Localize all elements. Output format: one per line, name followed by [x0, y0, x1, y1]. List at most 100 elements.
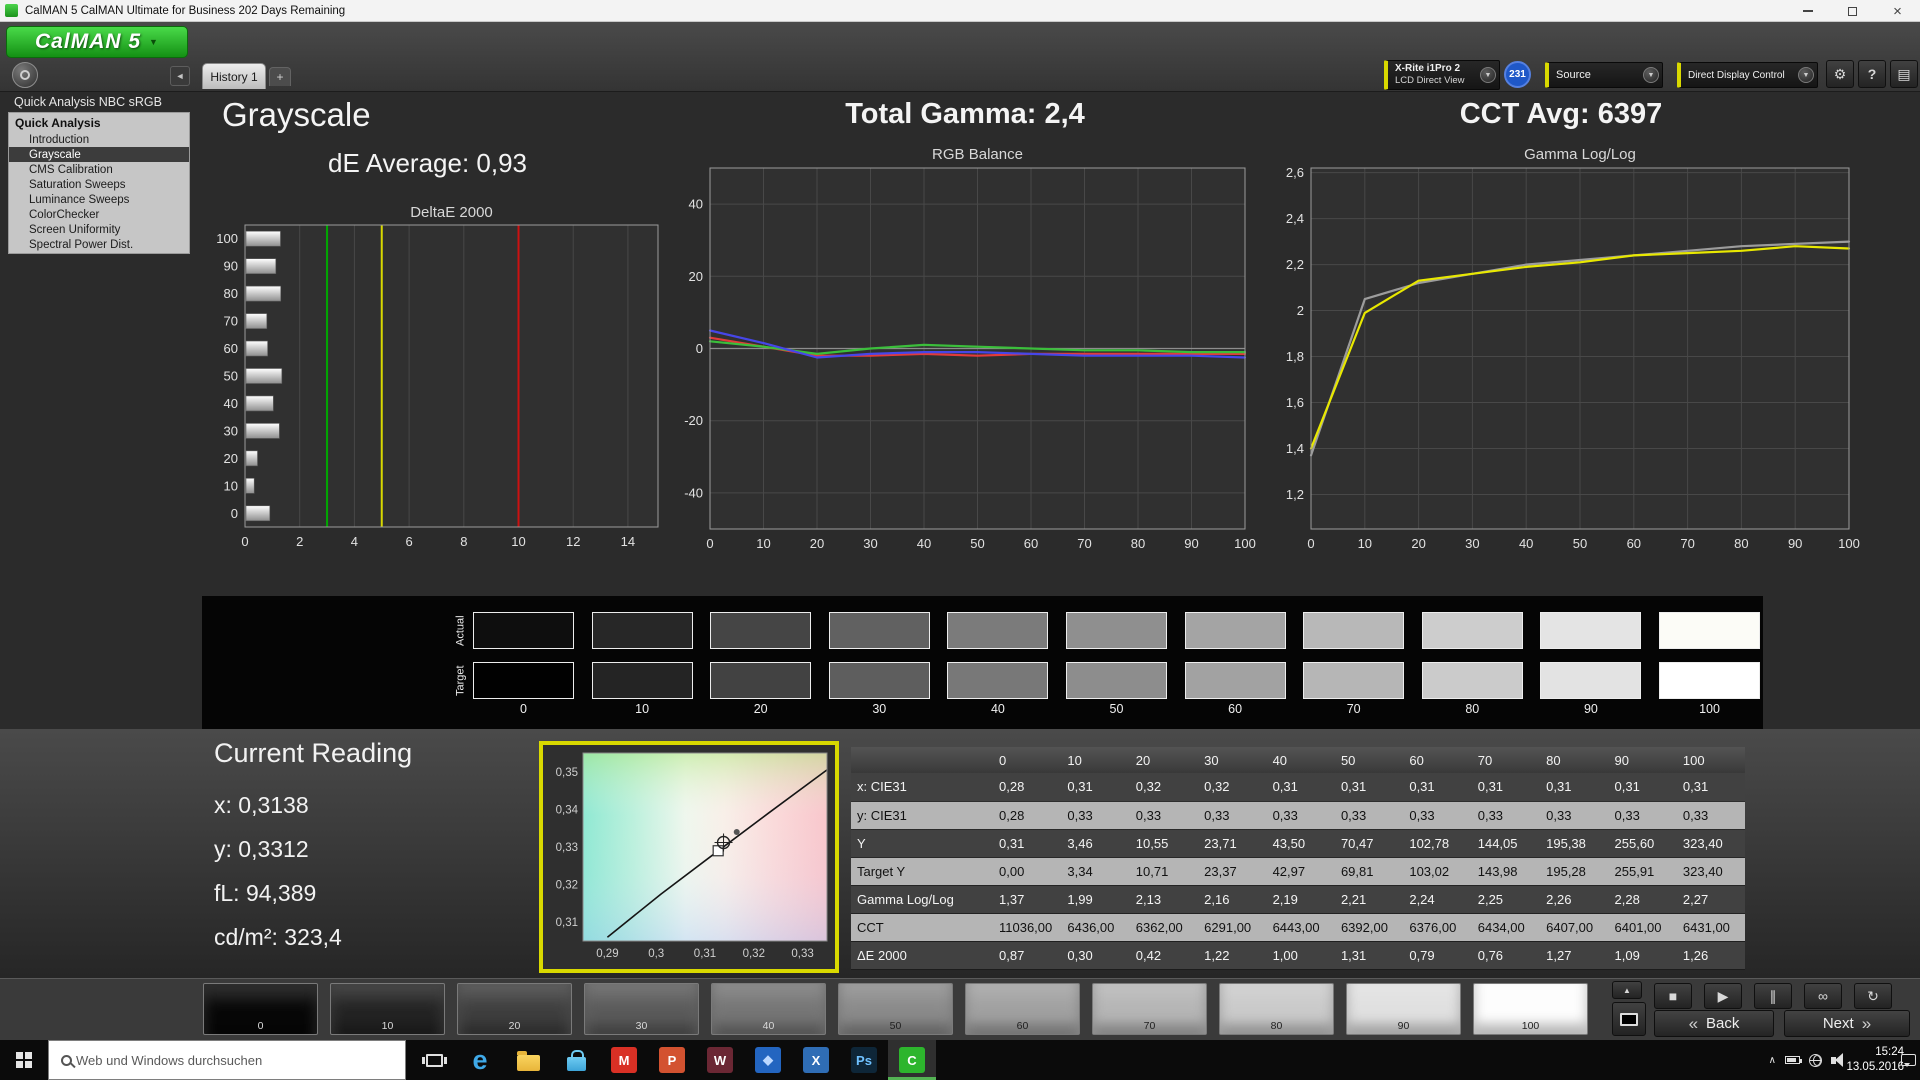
cie-chart-panel[interactable]: 0,35 0,34 0,33 0,32 0,31 0,29 0,3 0,31 0,32 0,33 — [539, 741, 839, 973]
transport-stop-button[interactable]: ■ — [1654, 983, 1692, 1009]
search-input[interactable] — [76, 1052, 376, 1068]
taskbar-excel-icon[interactable]: X — [792, 1040, 840, 1080]
swatch-target-30 — [828, 662, 930, 699]
sidebar-item-grayscale[interactable]: Grayscale — [9, 147, 189, 162]
table-cell: 0,32 — [1129, 773, 1199, 802]
chevron-down-icon: ▼ — [1643, 67, 1659, 83]
taskbar-word-icon[interactable]: W — [696, 1040, 744, 1080]
tab-history-1[interactable]: History 1 — [202, 63, 266, 89]
source-dropdown[interactable]: Source ▼ — [1545, 62, 1663, 88]
calman-logo-menu[interactable]: CalMAN 5 ▼ — [6, 26, 188, 58]
level-button-0[interactable]: 0 — [203, 983, 318, 1035]
speaker-icon[interactable] — [1831, 1053, 1843, 1067]
taskbar-file-explorer-icon[interactable] — [504, 1040, 552, 1080]
action-center-button[interactable] — [1896, 1040, 1920, 1080]
table-cell: 0,00 — [993, 857, 1062, 886]
table-cell: 6431,00 — [1676, 913, 1746, 942]
sidebar-collapse-button[interactable]: ◄ — [170, 66, 190, 86]
taskbar-store-icon[interactable] — [552, 1040, 600, 1080]
sidebar-item-luminance-sweeps[interactable]: Luminance Sweeps — [9, 192, 189, 207]
sidebar-root-item[interactable]: Quick Analysis — [9, 113, 189, 132]
table-cell: 69,81 — [1334, 857, 1404, 886]
taskbar-search[interactable] — [48, 1040, 406, 1080]
pattern-up-button[interactable]: ▲ — [1612, 981, 1642, 999]
new-tab-button[interactable]: + — [269, 67, 291, 86]
table-cell: 23,71 — [1198, 829, 1267, 858]
start-button[interactable] — [0, 1040, 48, 1080]
maximize-button[interactable] — [1830, 0, 1875, 22]
svg-text:30: 30 — [224, 423, 238, 438]
table-cell: 0,33 — [1471, 801, 1541, 830]
task-view-button[interactable] — [412, 1040, 456, 1080]
level-button-20[interactable]: 20 — [457, 983, 572, 1035]
svg-text:40: 40 — [917, 536, 931, 551]
taskbar-powerpoint-icon[interactable]: P — [648, 1040, 696, 1080]
column-header: 40 — [1266, 747, 1335, 773]
taskbar-mail-icon[interactable]: M — [600, 1040, 648, 1080]
level-button-40[interactable]: 40 — [711, 983, 826, 1035]
level-button-10[interactable]: 10 — [330, 983, 445, 1035]
tray-expand-icon[interactable]: ∧ — [1769, 1055, 1776, 1066]
help-button[interactable]: ? — [1858, 60, 1886, 88]
level-button-70[interactable]: 70 — [1092, 983, 1207, 1035]
current-reading-x: x: 0,3138 — [214, 792, 309, 818]
file-explorer-icon — [516, 1050, 540, 1071]
taskbar-edge-icon[interactable]: e — [456, 1040, 504, 1080]
back-button[interactable]: « Back — [1654, 1010, 1774, 1037]
display-control-dropdown[interactable]: Direct Display Control ▼ — [1677, 62, 1818, 88]
svg-text:0: 0 — [241, 534, 248, 549]
level-button-60[interactable]: 60 — [965, 983, 1080, 1035]
svg-text:2,6: 2,6 — [1286, 165, 1304, 180]
network-icon[interactable] — [1809, 1053, 1822, 1067]
transport-refresh-button[interactable]: ↻ — [1854, 983, 1892, 1009]
transport-play-button[interactable]: ▶ — [1704, 983, 1742, 1009]
table-cell: 0,31 — [993, 829, 1062, 858]
close-button[interactable]: × — [1875, 0, 1920, 22]
level-button-50[interactable]: 50 — [838, 983, 953, 1035]
svg-text:2,4: 2,4 — [1286, 211, 1304, 226]
column-header — [851, 747, 993, 773]
battery-icon[interactable] — [1785, 1056, 1802, 1064]
transport-continuous-button[interactable]: ∞ — [1804, 983, 1842, 1009]
settings-gear-button[interactable]: ⚙ — [1826, 60, 1854, 88]
sidebar-item-spectral-power-dist[interactable]: Spectral Power Dist. — [9, 237, 189, 252]
table-cell: 255,60 — [1608, 829, 1677, 858]
pattern-window-button[interactable] — [1612, 1002, 1646, 1036]
sidebar-item-saturation-sweeps[interactable]: Saturation Sweeps — [9, 177, 189, 192]
next-button[interactable]: Next » — [1784, 1010, 1910, 1037]
table-cell: 0,79 — [1403, 941, 1472, 970]
swatch-strip: Actual Target 0 10 20 30 40 50 60 70 80 90 100 — [202, 596, 1763, 729]
svg-text:100: 100 — [1234, 536, 1256, 551]
taskbar-photos-icon[interactable]: ◆ — [744, 1040, 792, 1080]
level-button-90[interactable]: 90 — [1346, 983, 1461, 1035]
swatch-target-90 — [1540, 662, 1642, 699]
swatch-level-label-70: 70 — [1346, 702, 1361, 716]
gear-icon: ⚙ — [1833, 65, 1847, 82]
minimize-button[interactable] — [1785, 0, 1830, 22]
taskbar-photoshop-icon[interactable]: Ps — [840, 1040, 888, 1080]
sidebar-item-colorchecker[interactable]: ColorChecker — [9, 207, 189, 222]
svg-text:0,33: 0,33 — [556, 842, 578, 854]
sidebar-item-screen-uniformity[interactable]: Screen Uniformity — [9, 222, 189, 237]
svg-text:90: 90 — [1184, 536, 1198, 551]
photoshop-icon: Ps — [851, 1047, 877, 1073]
current-reading-fl: fL: 94,389 — [214, 880, 317, 906]
level-button-30[interactable]: 30 — [584, 983, 699, 1035]
svg-text:60: 60 — [224, 341, 238, 356]
sidebar-item-introduction[interactable]: Introduction — [9, 132, 189, 147]
table-cell: 1,26 — [1676, 941, 1746, 970]
level-button-100[interactable]: 100 — [1473, 983, 1588, 1035]
column-header: 20 — [1129, 747, 1199, 773]
panel-toggle-button[interactable]: ▤ — [1890, 60, 1918, 88]
level-button-label: 30 — [635, 1020, 648, 1032]
swatch-actual-100 — [1659, 612, 1760, 649]
table-row-y: Y 0,31 3,46 10,55 23,71 43,50 70,47 102,78 144,0… — [851, 829, 1746, 858]
meter-count-badge: 231 — [1504, 61, 1531, 88]
level-button-80[interactable]: 80 — [1219, 983, 1334, 1035]
table-cell: 1,31 — [1334, 941, 1404, 970]
meter-dropdown[interactable]: X-Rite i1Pro 2 LCD Direct View ▼ — [1384, 60, 1500, 90]
taskbar-calman-icon[interactable]: C — [888, 1040, 936, 1080]
transport-pause-button[interactable]: ∥ — [1754, 983, 1792, 1009]
sidebar-item-cms-calibration[interactable]: CMS Calibration — [9, 162, 189, 177]
nav-home-button[interactable] — [12, 62, 38, 88]
